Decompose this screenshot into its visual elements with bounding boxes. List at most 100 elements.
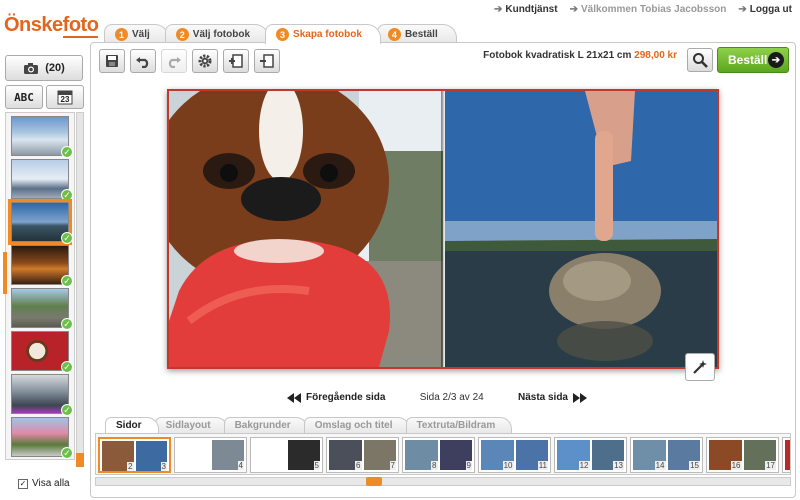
order-button[interactable]: Beställ ➔: [717, 47, 789, 73]
filmstrip-page-thumbnail[interactable]: 2: [102, 441, 134, 471]
step-tabs: 1 Välj 2 Välj fotobok 3 Skapa fotobok 4 Best…: [104, 24, 457, 44]
tab-pages[interactable]: Sidor: [105, 417, 159, 433]
check-icon: ✓: [61, 232, 73, 244]
sort-alphabetical-button[interactable]: ABC: [5, 85, 43, 109]
filmstrip-page-thumbnail[interactable]: 12: [557, 440, 590, 470]
order-button-label: Beställ: [728, 53, 768, 67]
sort-date-button[interactable]: 23: [46, 85, 84, 109]
redo-button[interactable]: [161, 49, 187, 73]
photo-thumbnail[interactable]: ✓: [11, 288, 73, 330]
check-icon: ✓: [61, 361, 73, 373]
filmstrip-page-thumbnail[interactable]: 16: [709, 440, 742, 470]
arrow-right-icon: ➔: [569, 4, 578, 15]
step-label: Beställ: [404, 29, 438, 40]
filmstrip-page-thumbnail[interactable]: 14: [633, 440, 666, 470]
filmstrip-spread[interactable]: 16 17: [706, 437, 779, 473]
product-name: Fotobok kvadratisk L 21x21 cm: [483, 50, 632, 61]
filmstrip-spread[interactable]: 10 11: [478, 437, 551, 473]
photo-thumbnail[interactable]: ✓: [11, 374, 73, 416]
photo-thumbnail-list[interactable]: ✓ ✓ ✓ ✓ ✓ ✓ ✓ ✓: [5, 112, 75, 460]
page-number: 6: [355, 461, 362, 470]
tab-step-4[interactable]: 4 Beställ: [376, 24, 457, 44]
logout-link[interactable]: ➔ Logga ut: [738, 4, 792, 15]
tab-cover-and-title[interactable]: Omslag och titel: [303, 417, 410, 433]
remove-page-button[interactable]: [254, 49, 280, 73]
filmstrip-spread[interactable]: 23: [98, 437, 171, 473]
magic-wand-button[interactable]: [685, 353, 715, 381]
previous-page-button[interactable]: Föregående sida: [287, 392, 385, 403]
dog-with-ball-image: [169, 91, 443, 367]
step-label: Välj: [132, 29, 150, 40]
page-number: 13: [613, 461, 624, 470]
filmstrip-page-thumbnail[interactable]: 11: [515, 440, 548, 470]
filmstrip-page-thumbnail[interactable]: 13: [591, 440, 624, 470]
next-page-button[interactable]: Nästa sida: [518, 392, 587, 403]
filmstrip-spread[interactable]: 14 15: [630, 437, 703, 473]
arrow-right-circle-icon: ➔: [768, 52, 784, 68]
filmstrip-spread[interactable]: 12 13: [554, 437, 627, 473]
photo-thumbnail[interactable]: ✓: [8, 199, 73, 245]
search-icon: [692, 52, 708, 68]
filmstrip-spread[interactable]: 1819: [782, 437, 790, 473]
filmstrip-page-thumbnail[interactable]: 7: [363, 440, 396, 470]
filmstrip-scrollbar[interactable]: [95, 477, 791, 486]
filmstrip-page-thumbnail[interactable]: 9: [439, 440, 472, 470]
filmstrip-page-thumbnail[interactable]: 10: [481, 440, 514, 470]
filmstrip-page-thumbnail[interactable]: 5: [287, 440, 320, 470]
zoom-button[interactable]: [687, 48, 713, 72]
tab-step-1[interactable]: 1 Välj: [104, 24, 169, 44]
photos-button[interactable]: (20): [5, 55, 83, 81]
add-page-button[interactable]: [223, 49, 249, 73]
filmstrip-page-thumbnail[interactable]: 3: [135, 441, 167, 471]
tab-page-layout[interactable]: Sidlayout: [154, 417, 228, 433]
page-status: Sida 2/3 av 24: [419, 392, 484, 403]
filmstrip-page-thumbnail[interactable]: 18: [785, 440, 790, 470]
save-button[interactable]: [99, 49, 125, 73]
show-all-toggle[interactable]: ✓ Visa alla: [18, 478, 70, 489]
page-number: 10: [502, 461, 514, 470]
customer-service-link[interactable]: ➔ Kundtjänst: [494, 4, 558, 15]
filmstrip-page-thumbnail[interactable]: 15: [667, 440, 700, 470]
photobook-spread[interactable]: [167, 89, 719, 369]
next-page-label: Nästa sida: [517, 392, 568, 403]
page-number: 16: [730, 461, 742, 470]
photo-thumbnail[interactable]: ✓: [11, 245, 73, 287]
filmstrip-page-thumbnail[interactable]: 6: [329, 440, 362, 470]
logout-label: Logga ut: [749, 4, 792, 15]
page-filmstrip[interactable]: 2345678910111213141516171819: [95, 433, 791, 475]
photos-count: (20): [45, 62, 65, 74]
filmstrip-page-thumbnail[interactable]: 4: [211, 440, 244, 470]
photo-thumbnail[interactable]: ✓: [11, 159, 73, 201]
tab-textbox-frame[interactable]: Textruta/Bildram: [405, 417, 513, 433]
tab-step-3[interactable]: 3 Skapa fotobok: [265, 24, 381, 44]
filmstrip-page-thumbnail[interactable]: 17: [743, 440, 776, 470]
add-page-icon: [228, 53, 244, 69]
filmstrip-page-thumbnail[interactable]: [253, 440, 286, 470]
photo-thumbnail[interactable]: ✓: [11, 417, 73, 459]
check-icon: ✓: [61, 318, 73, 330]
filmstrip-spread[interactable]: 4: [174, 437, 247, 473]
page-number: 3: [160, 462, 167, 471]
filmstrip-spread[interactable]: 67: [326, 437, 399, 473]
page-number: 2: [127, 462, 134, 471]
scrollbar-thumb[interactable]: [76, 453, 84, 467]
filmstrip-page-thumbnail[interactable]: 8: [405, 440, 438, 470]
photo-thumbnail[interactable]: ✓: [11, 116, 73, 158]
settings-button[interactable]: [192, 49, 218, 73]
left-page-photo[interactable]: [169, 91, 443, 367]
photo-thumbnail[interactable]: ✓: [11, 331, 73, 373]
page-number: 9: [465, 461, 472, 470]
photo-list-scrollbar[interactable]: [76, 112, 84, 467]
selected-photo-marker: [3, 252, 7, 294]
filmstrip-spread[interactable]: 5: [250, 437, 323, 473]
scrollbar-thumb[interactable]: [366, 477, 382, 486]
tab-backgrounds[interactable]: Bakgrunder: [223, 417, 308, 433]
right-page-photo[interactable]: [445, 91, 717, 367]
undo-button[interactable]: [130, 49, 156, 73]
left-panel: (20) ABC 23 ✓ ✓ ✓ ✓ ✓ ✓ ✓ ✓ ✓ Visa alla: [0, 52, 90, 500]
tab-step-2[interactable]: 2 Välj fotobok: [164, 24, 270, 44]
show-all-checkbox[interactable]: ✓: [18, 478, 28, 489]
brand-logo[interactable]: Önskefoto: [4, 14, 99, 38]
filmstrip-page-thumbnail[interactable]: [177, 440, 210, 470]
filmstrip-spread[interactable]: 89: [402, 437, 475, 473]
